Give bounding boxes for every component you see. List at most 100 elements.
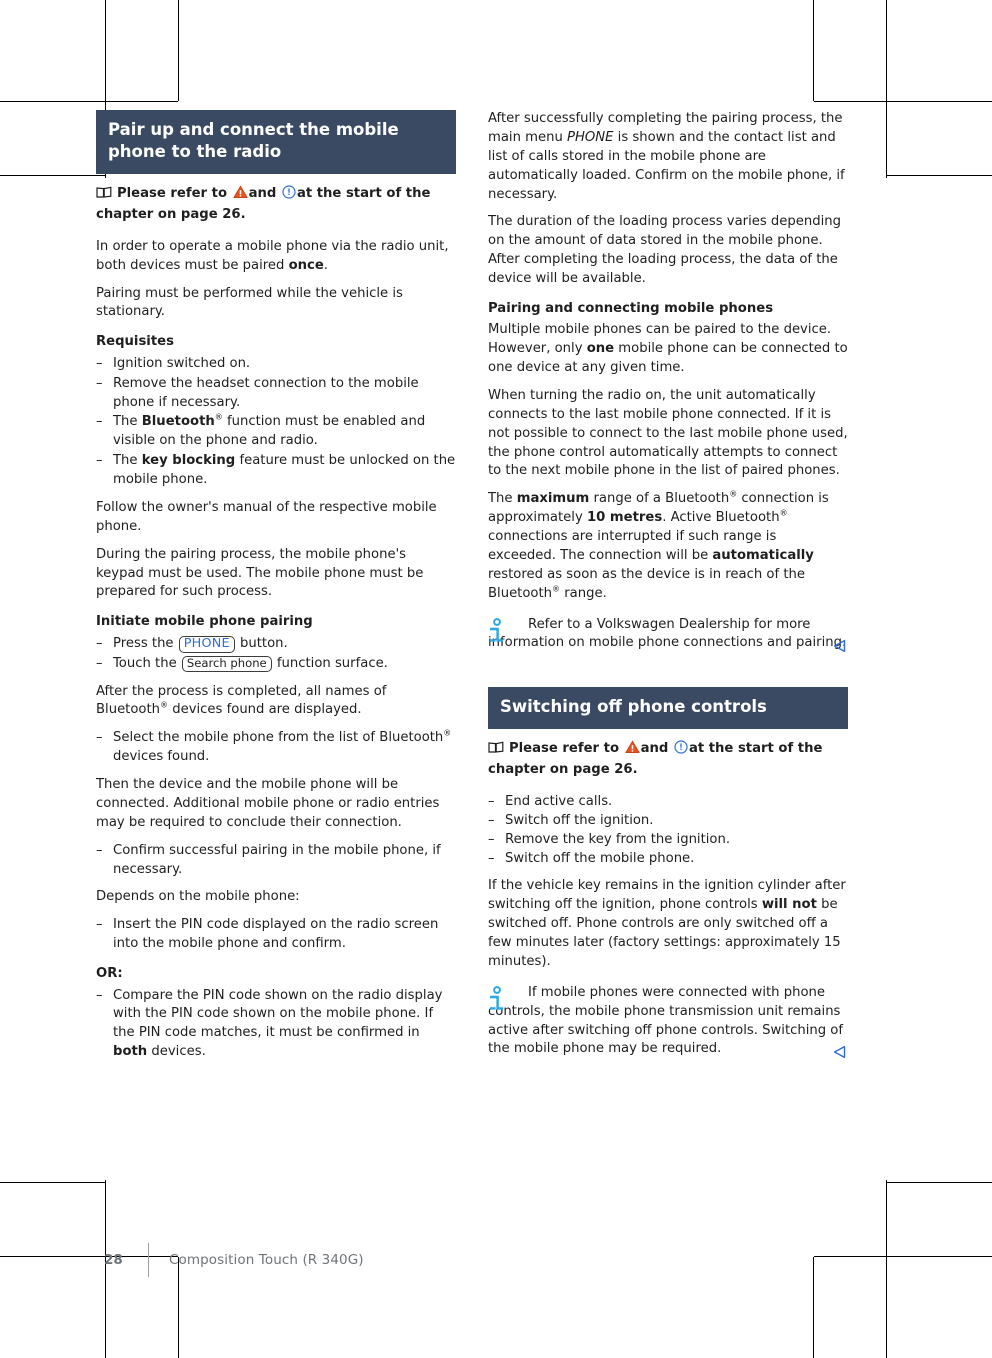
- reference-note-1: Please refer to and at the start of the …: [96, 184, 456, 224]
- list-item: Remove the key from the ignition.: [488, 831, 848, 850]
- emphasis-both: both: [113, 1044, 148, 1060]
- paragraph-vehicle-key-ignition: If the vehicle key remains in the igniti…: [488, 877, 848, 971]
- text: function surface.: [272, 655, 388, 671]
- page-footer: 28 Composition Touch (R 340G): [96, 1243, 364, 1277]
- initiate-steps-list: Press the PHONE button. Touch the Search…: [96, 635, 456, 674]
- reference-note-prefix: Please refer to: [117, 185, 228, 201]
- reference-note-middle: and: [248, 185, 277, 201]
- registered-mark: ®: [443, 728, 452, 738]
- list-item: Switch off the ignition.: [488, 812, 848, 831]
- text: devices found are displayed.: [168, 702, 362, 718]
- registered-mark: ®: [160, 701, 169, 711]
- list-item: The key blocking feature must be unlocke…: [96, 452, 456, 490]
- paragraph-during-pairing: During the pairing process, the mobile p…: [96, 546, 424, 600]
- manual-page: Pair up and connect the mobile phone to …: [0, 0, 992, 1358]
- emphasis-one: one: [586, 341, 615, 357]
- text: range of a Bluetooth: [589, 491, 730, 507]
- list-item: Confirm successful pairing in the mobile…: [96, 842, 456, 880]
- paragraph-operate-phone: In order to operate a mobile phone via t…: [96, 238, 456, 276]
- warning-triangle-icon: [625, 740, 640, 760]
- text: devices found.: [113, 749, 210, 765]
- paragraph-follow-manual: Follow the owner's manual of the respect…: [96, 499, 437, 534]
- notice-circle-icon: [674, 740, 688, 760]
- info-note-transmission-unit: If mobile phones were connected with pho…: [488, 984, 848, 1060]
- list-item: End active calls.: [488, 793, 848, 812]
- emphasis-maximum: maximum: [516, 491, 590, 507]
- list-item: Switch off the mobile phone.: [488, 850, 848, 869]
- menu-name-phone: PHONE: [567, 129, 614, 145]
- registered-mark: ®: [552, 584, 561, 594]
- subheading-requisites: Requisites: [96, 334, 174, 350]
- reference-note-middle: and: [640, 740, 669, 756]
- info-note-dealership: Refer to a Volkswagen Dealership for mor…: [488, 616, 848, 654]
- emphasis-once: once: [288, 257, 324, 273]
- text: Compare the PIN code shown on the radio …: [113, 987, 443, 1041]
- label-or: OR:: [96, 966, 123, 982]
- paragraph-loading-duration: The duration of the loading process vari…: [488, 214, 842, 286]
- paragraph-then-device: Then the device and the mobile phone wil…: [96, 777, 440, 830]
- text: button.: [235, 635, 288, 651]
- emphasis-will-not: will not: [761, 897, 817, 913]
- list-item: Press the PHONE button.: [96, 635, 456, 654]
- text: Select the mobile phone from the list of…: [113, 730, 444, 746]
- search-phone-function-surface-chip[interactable]: Search phone: [181, 655, 272, 672]
- requisites-list: Ignition switched on. Remove the headset…: [96, 355, 456, 490]
- list-item: Remove the headset connection to the mob…: [96, 375, 456, 413]
- text: In order to operate a mobile phone via t…: [96, 238, 449, 273]
- registered-mark: ®: [214, 413, 223, 423]
- paragraph-depends-on: Depends on the mobile phone:: [96, 889, 300, 905]
- section-heading-switching-off: Switching off phone controls: [488, 687, 848, 729]
- list-item: Touch the Search phone function surface.: [96, 655, 456, 674]
- text: The: [488, 491, 517, 507]
- compare-pin-list: Compare the PIN code shown on the radio …: [96, 987, 456, 1063]
- text: The: [113, 453, 142, 469]
- text: Touch the: [113, 655, 181, 671]
- insert-pin-list: Insert the PIN code displayed on the rad…: [96, 916, 456, 954]
- left-column: Pair up and connect the mobile phone to …: [96, 110, 456, 1071]
- section-heading-pair-up: Pair up and connect the mobile phone to …: [96, 110, 456, 174]
- info-i-icon: [488, 617, 510, 648]
- switch-off-steps-list: End active calls. Switch off the ignitio…: [488, 793, 848, 869]
- list-item: Ignition switched on.: [96, 355, 456, 374]
- emphasis-automatically: automatically: [712, 547, 814, 563]
- footer-divider: [148, 1243, 149, 1277]
- text: range.: [560, 585, 607, 601]
- info-note-text: Refer to a Volkswagen Dealership for mor…: [488, 616, 848, 654]
- paragraph-after-process: After the process is completed, all name…: [96, 683, 456, 721]
- text: Press the: [113, 635, 178, 651]
- list-item: Compare the PIN code shown on the radio …: [96, 987, 456, 1063]
- list-item: Insert the PIN code displayed on the rad…: [96, 916, 456, 954]
- warning-triangle-icon: [233, 185, 248, 205]
- paragraph-after-success: After successfully completing the pairin…: [488, 110, 848, 204]
- text: Remove the headset connection to the mob…: [113, 375, 419, 410]
- document-title: Composition Touch (R 340G): [169, 1252, 364, 1268]
- text: Refer to a Volkswagen Dealership for mor…: [488, 616, 847, 651]
- paragraph-stationary: Pairing must be performed while the vehi…: [96, 285, 403, 320]
- text: devices.: [147, 1044, 206, 1060]
- list-item: The Bluetooth® function must be enabled …: [96, 413, 456, 451]
- text: . Active Bluetooth: [662, 510, 780, 526]
- book-icon: [96, 186, 112, 205]
- book-icon: [488, 741, 504, 760]
- reference-note-2: Please refer to and at the start of the …: [488, 739, 848, 779]
- paragraph-when-turning-radio-on: When turning the radio on, the unit auto…: [488, 387, 848, 479]
- emphasis-key-blocking: key blocking: [141, 453, 236, 469]
- emphasis-ten-metres: 10 metres: [586, 510, 663, 526]
- reference-note-prefix: Please refer to: [509, 740, 620, 756]
- select-phone-list: Select the mobile phone from the list of…: [96, 729, 456, 767]
- two-column-layout: Pair up and connect the mobile phone to …: [96, 110, 848, 1071]
- right-column: After successfully completing the pairin…: [488, 110, 848, 1071]
- text: Ignition switched on.: [113, 355, 251, 371]
- registered-mark: ®: [779, 508, 788, 518]
- info-i-icon: [488, 985, 510, 1016]
- confirm-pairing-list: Confirm successful pairing in the mobile…: [96, 842, 456, 880]
- notice-circle-icon: [282, 184, 296, 205]
- emphasis-bluetooth: Bluetooth: [141, 414, 215, 430]
- subheading-pairing-connecting: Pairing and connecting mobile phones: [488, 300, 774, 316]
- phone-hardkey-chip[interactable]: PHONE: [178, 635, 235, 654]
- paragraph-multiple-phones: Multiple mobile phones can be paired to …: [488, 321, 848, 378]
- paragraph-maximum-range: The maximum range of a Bluetooth® connec…: [488, 490, 848, 603]
